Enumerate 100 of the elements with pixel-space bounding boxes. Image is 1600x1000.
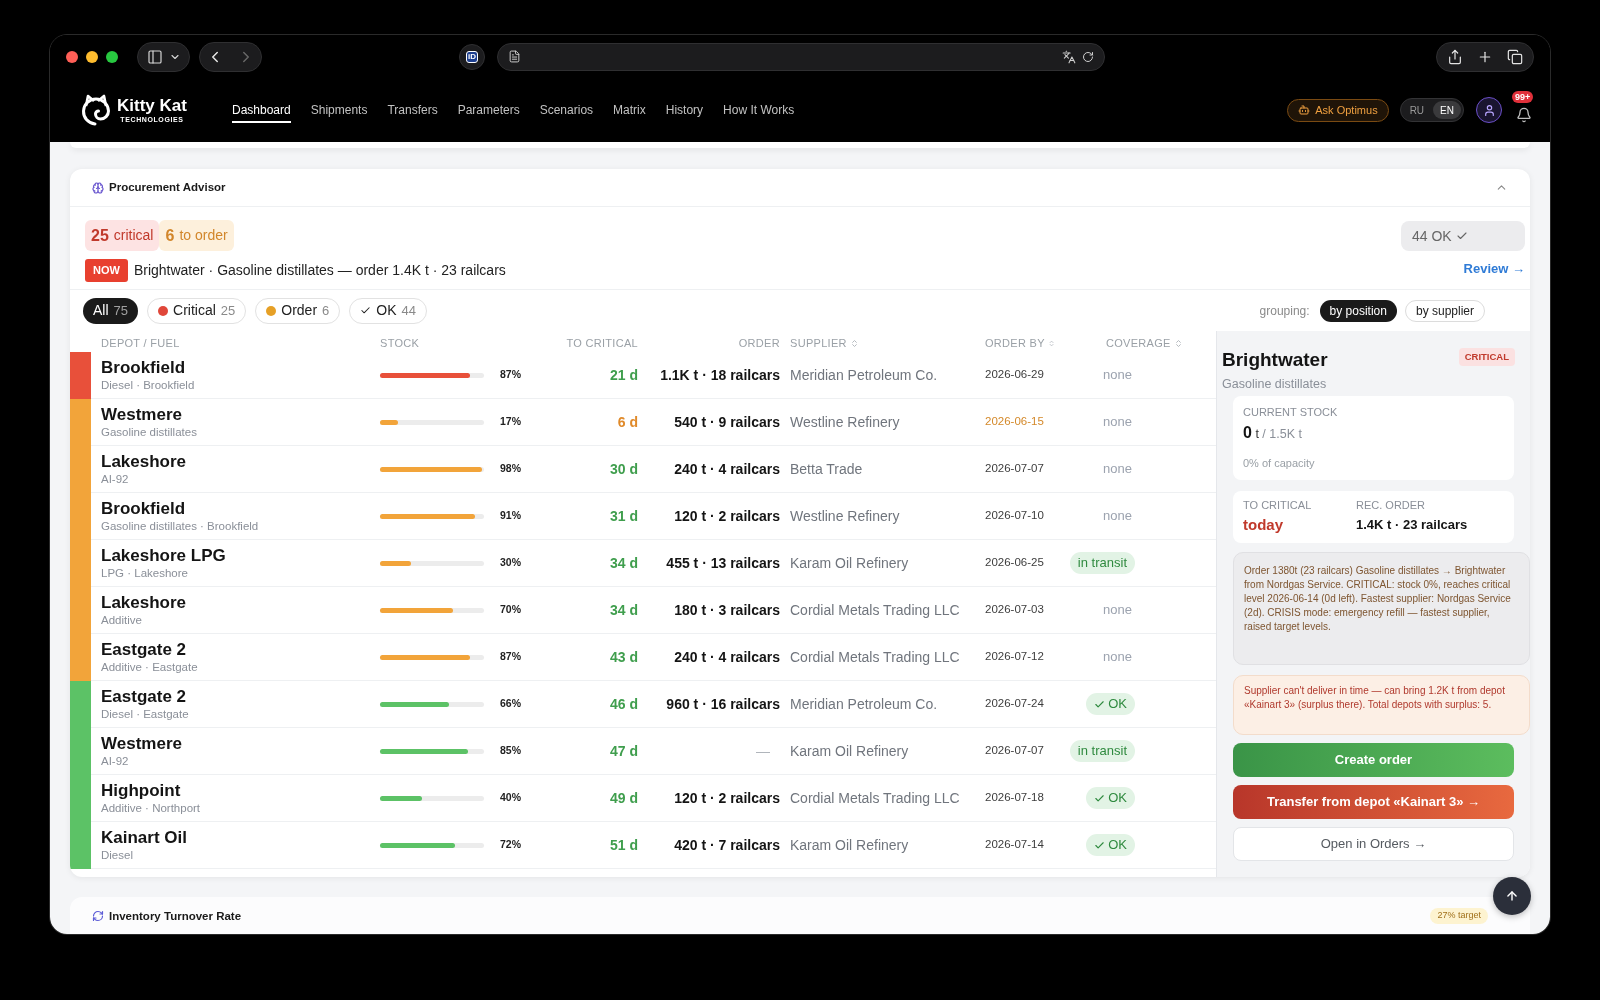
- sidebar-icon: [146, 48, 163, 65]
- depot-name: Westmere: [101, 405, 182, 425]
- order-date: 2026-07-14: [985, 837, 1044, 853]
- fuel-label: Additive: [101, 613, 142, 627]
- stock-percent: 87%: [500, 367, 521, 383]
- stock-percent: 17%: [500, 414, 521, 430]
- nav-tab[interactable]: Transfers: [387, 97, 438, 123]
- supplier-name: Meridian Petroleum Co.: [790, 694, 938, 714]
- supplier-name: Cordial Metals Trading LLC: [790, 788, 960, 808]
- days-to-critical: 49 d: [610, 788, 638, 808]
- nav-tab[interactable]: Matrix: [613, 97, 646, 123]
- coverage-text: none: [1103, 366, 1133, 385]
- transfer-button[interactable]: Transfer from depot «Kainart 3» →: [1233, 785, 1514, 819]
- bell-icon[interactable]: [1516, 107, 1532, 123]
- user-avatar[interactable]: [1476, 97, 1502, 123]
- filter-chip[interactable]: Critical 25: [147, 297, 247, 324]
- filter-chip[interactable]: All 75: [83, 297, 139, 324]
- window-minimize-icon[interactable]: [86, 50, 98, 63]
- supplier-name: Cordial Metals Trading LLC: [790, 647, 960, 667]
- coverage-status: OK: [1086, 787, 1135, 809]
- language-option[interactable]: RU: [1402, 101, 1432, 119]
- depot-name: Eastgate 2: [101, 687, 187, 707]
- recommendation-note: Order 1380t (23 railcars) Gasoline distillates → Brightwater from Nordgas Service. CRITICAL: stock 0%, reaches critical level 2026-06-14 (0d left). Fastest supplier: Nordgas Service (2d). CRISIS mode: emergency refill — fastest supplier, raised target levels.: [1233, 552, 1530, 665]
- stock-percent: 30%: [500, 555, 521, 571]
- order-amount: 420 t · 7 railcars: [674, 835, 780, 855]
- stock-value: 0 t / 1.5K t: [1243, 423, 1302, 443]
- depot-name: Kainart Oil: [101, 828, 187, 848]
- person-icon: [1482, 103, 1496, 117]
- depot-name: Lakeshore: [101, 593, 187, 613]
- nav-tab[interactable]: History: [665, 97, 704, 123]
- nav-tab[interactable]: Scenarios: [539, 97, 594, 123]
- coverage-text: none: [1103, 507, 1133, 526]
- review-link[interactable]: Review →: [1463, 259, 1525, 279]
- nav-tab[interactable]: Dashboard: [232, 97, 291, 123]
- order-amount: 120 t · 2 railcars: [674, 788, 780, 808]
- order-date: 2026-07-24: [985, 696, 1044, 712]
- sidebar-button[interactable]: [137, 41, 190, 72]
- coverage-text: none: [1103, 413, 1133, 432]
- fuel-label: Additive · Eastgate: [101, 660, 198, 674]
- detail-title: Brightwater: [1222, 348, 1328, 372]
- cat-swirl-logo-icon: [81, 94, 111, 126]
- supplier-alert: Supplier can't deliver in time — can bring 1.2K t from depot «Kainart 3» (surplus there). Total depots with surplus: 5.: [1233, 675, 1530, 735]
- filter-chip[interactable]: OK 44: [349, 297, 427, 324]
- order-amount: 180 t · 3 railcars: [674, 600, 780, 620]
- days-to-critical: 47 d: [610, 741, 638, 761]
- stat-label: REC. ORDER: [1356, 499, 1426, 512]
- days-to-critical: 6 d: [617, 412, 638, 432]
- order-amount: 455 t · 13 railcars: [666, 553, 780, 573]
- copy-icon[interactable]: [1507, 48, 1523, 65]
- grouping-option[interactable]: by position: [1319, 299, 1397, 322]
- stock-percent: 72%: [500, 837, 521, 853]
- order-date: 2026-06-25: [985, 555, 1044, 571]
- depot-name: Lakeshore: [101, 452, 187, 472]
- window-close-icon[interactable]: [66, 50, 78, 63]
- scroll-top-button[interactable]: [1493, 877, 1531, 915]
- grouping-option[interactable]: by supplier: [1404, 299, 1485, 322]
- window-zoom-icon[interactable]: [106, 50, 118, 63]
- summary-pill: 6 to order: [159, 220, 234, 251]
- order-amount: 240 t · 4 railcars: [674, 647, 780, 667]
- column-header: TO CRITICAL: [566, 336, 638, 350]
- supplier-name: Karam Oil Refinery: [790, 553, 909, 573]
- reload-icon[interactable]: [1082, 50, 1094, 63]
- check-icon: [1455, 230, 1468, 242]
- days-to-critical: 46 d: [610, 694, 638, 714]
- arrow-up-icon: [1505, 889, 1519, 903]
- document-icon[interactable]: [508, 50, 521, 63]
- stock-percent: 98%: [500, 461, 521, 477]
- depot-name: Westmere: [101, 734, 182, 754]
- stock-percent: 85%: [500, 743, 521, 759]
- ask-assistant-button[interactable]: Ask Optimus: [1287, 98, 1389, 122]
- notification-count: 99+: [1512, 91, 1534, 103]
- supplier-name: Karam Oil Refinery: [790, 835, 909, 855]
- language-option[interactable]: EN: [1433, 101, 1461, 119]
- stock-percent: 66%: [500, 696, 521, 712]
- order-amount: 120 t · 2 railcars: [674, 506, 780, 526]
- extension-button[interactable]: iD: [459, 43, 485, 70]
- stock-percent: 40%: [500, 790, 521, 806]
- order-date: 2026-06-29: [985, 367, 1044, 383]
- column-header: STOCK: [380, 336, 420, 350]
- fuel-label: AI-92: [101, 472, 129, 486]
- check-icon: [360, 305, 372, 316]
- translate-icon[interactable]: [1062, 49, 1076, 64]
- nav-tab[interactable]: How It Works: [723, 97, 795, 123]
- coverage-text: none: [1103, 601, 1133, 620]
- fuel-label: AI-92: [101, 754, 129, 768]
- depot-name: Brookfield: [101, 499, 186, 519]
- order-date: 2026-07-03: [985, 602, 1044, 618]
- depot-name: Eastgate 2: [101, 640, 187, 660]
- check-icon: [1094, 698, 1106, 710]
- nav-tab[interactable]: Parameters: [457, 97, 520, 123]
- depot-name: Lakeshore LPG: [101, 546, 226, 566]
- share-icon[interactable]: [1447, 48, 1463, 65]
- filter-chip[interactable]: Order 6: [255, 297, 341, 324]
- open-orders-button[interactable]: Open in Orders →: [1233, 827, 1514, 861]
- days-to-critical: 30 d: [610, 459, 638, 479]
- summary-pill: 25 critical: [85, 220, 160, 251]
- coverage-text: none: [1103, 648, 1133, 667]
- fuel-label: Diesel · Brookfield: [101, 378, 195, 392]
- nav-tab[interactable]: Shipments: [310, 97, 368, 123]
- depot-name: Highpoint: [101, 781, 181, 801]
